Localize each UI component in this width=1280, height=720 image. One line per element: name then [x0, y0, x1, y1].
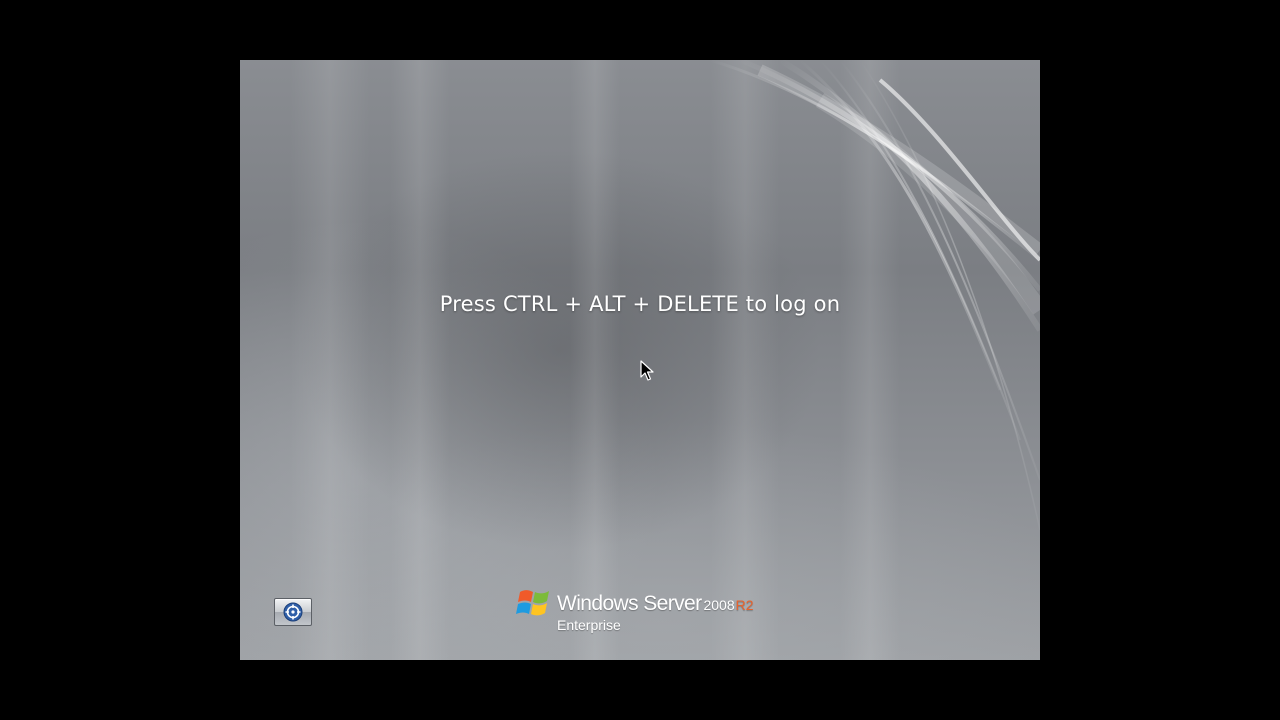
brand-version: 2008 [703, 597, 735, 613]
brand-product: Windows Server [557, 592, 702, 615]
brand-release: R2 [735, 597, 754, 613]
brand-title: Windows Server 2008R2 [557, 592, 754, 616]
logon-prompt: Press CTRL + ALT + DELETE to log on [439, 292, 841, 316]
ease-of-access-icon [283, 602, 303, 622]
brand-edition: Enterprise [557, 617, 621, 633]
windows-server-branding: Windows Server 2008R2 Enterprise [516, 586, 776, 638]
mouse-cursor-icon [640, 360, 654, 381]
letterbox-background: Press CTRL + ALT + DELETE to log on Wind… [0, 0, 1280, 720]
logon-screen: Press CTRL + ALT + DELETE to log on Wind… [240, 60, 1040, 660]
windows-logo-icon [516, 590, 549, 616]
ease-of-access-button[interactable] [274, 598, 312, 626]
